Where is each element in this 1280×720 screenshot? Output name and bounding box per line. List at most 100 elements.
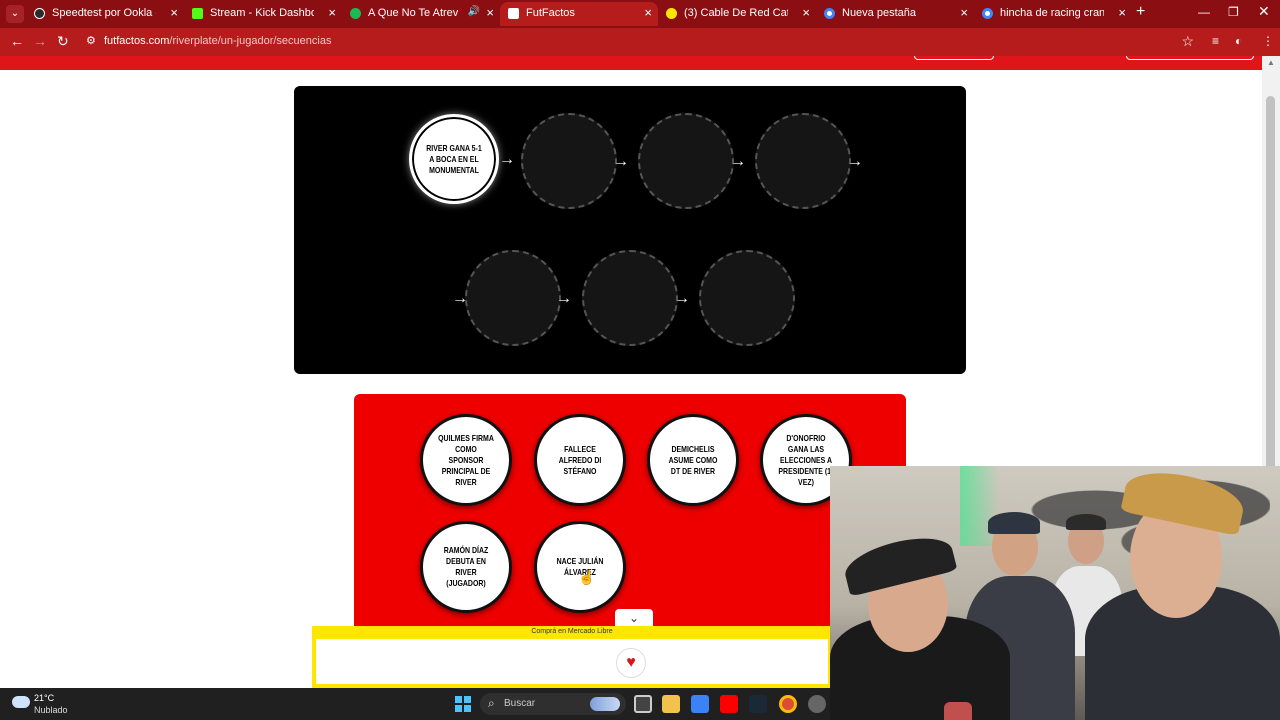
ad-banner[interactable]: Comprá en Mercado Libre ♥ (312, 626, 832, 688)
kick-icon (192, 8, 203, 19)
cloud-icon[interactable] (12, 696, 30, 708)
arrow-icon: → (847, 153, 863, 170)
cup (944, 702, 972, 720)
heart-logo-icon: ♥ (616, 648, 646, 678)
reload-icon[interactable]: ↻ (57, 33, 69, 50)
option-text: RAMÓN DÍAZ DEBUTA EN RIVER (JUGADOR) (443, 545, 489, 588)
taskbar-search[interactable]: ⌕ Buscar (480, 693, 626, 715)
file-explorer-icon[interactable] (662, 695, 680, 713)
option-text: DEMICHELIS ASUME COMO DT DE RIVER (668, 443, 718, 476)
event-option-card[interactable]: NACE JULIÁN ÁLVAREZ (534, 521, 626, 613)
address-bar[interactable]: ⚙ futfactos.com/riverplate/un-jugador/se… (78, 31, 1208, 53)
minimize-icon[interactable]: — (1198, 5, 1210, 19)
chevron-down-icon: ⌄ (628, 611, 640, 625)
bookmark-star-icon[interactable]: ☆ (1181, 33, 1194, 50)
tab-title: hincha de racing craneo - Busc (1000, 7, 1104, 19)
browser-tab[interactable]: A Que No Te Atreves (Rem 🔊 × (342, 2, 500, 26)
browser-tab[interactable]: Speedtest por Ookla - La prueb × (26, 2, 184, 26)
sequence-board: RIVER GANA 5-1 A BOCA EN EL MONUMENTAL →… (294, 86, 966, 374)
weather-description[interactable]: Nublado (34, 705, 68, 715)
chrome-icon (824, 8, 835, 19)
spotify-icon (350, 8, 361, 19)
close-tab-icon[interactable]: × (960, 5, 968, 20)
url-path: /riverplate/un-jugador/secuencias (169, 35, 332, 47)
media-controls-icon[interactable]: ≡ (1212, 34, 1219, 48)
forward-icon[interactable]: → (33, 33, 47, 49)
options-board: QUILMES FIRMA COMO SPONSOR PRINCIPAL DE … (354, 394, 906, 634)
person-cap (988, 512, 1040, 534)
screen: ⌄ Speedtest por Ookla - La prueb × Strea… (0, 0, 1280, 720)
audio-playing-icon[interactable]: 🔊 (468, 6, 480, 17)
close-tab-icon[interactable]: × (170, 5, 178, 20)
windows-taskbar: 21°C Nublado ⌕ Buscar (0, 688, 830, 720)
search-placeholder: Buscar (504, 698, 536, 709)
option-text: FALLECE ALFREDO DI STÉFANO (558, 443, 602, 476)
sequence-slot-empty[interactable] (521, 113, 617, 209)
url-text[interactable]: futfactos.com/riverplate/un-jugador/secu… (104, 35, 331, 47)
search-highlight-image (590, 697, 620, 711)
tab-search-button[interactable]: ⌄ (6, 5, 24, 23)
tab-title: A Que No Te Atreves (Rem (368, 7, 458, 19)
browser-tab[interactable]: Nueva pestaña × (816, 2, 974, 26)
restore-icon[interactable]: ❐ (1228, 5, 1239, 19)
event-option-card[interactable]: DEMICHELIS ASUME COMO DT DE RIVER (647, 414, 739, 506)
youtube-icon[interactable] (720, 695, 738, 713)
mercadolibre-icon (666, 8, 677, 19)
ad-header: Comprá en Mercado Libre (531, 628, 613, 635)
browser-tab[interactable]: Stream - Kick Dashboard × (184, 2, 342, 26)
menu-icon[interactable]: ⋮ (1262, 34, 1274, 48)
windows-start-icon[interactable] (455, 696, 471, 712)
close-tab-icon[interactable]: × (486, 5, 494, 20)
event-option-card[interactable]: RAMÓN DÍAZ DEBUTA EN RIVER (JUGADOR) (420, 521, 512, 613)
close-tab-icon[interactable]: × (1118, 5, 1126, 20)
slot-event-text: RIVER GANA 5-1 A BOCA EN EL MONUMENTAL (426, 142, 482, 175)
browser-tab[interactable]: hincha de racing craneo - Busc × (974, 2, 1132, 26)
browser-toolbar: ← → ↻ ⚙ futfactos.com/riverplate/un-juga… (0, 28, 1280, 56)
arrow-icon: → (556, 290, 572, 307)
sequence-slot-empty[interactable] (582, 250, 678, 346)
window-close-icon[interactable]: ✕ (1258, 3, 1270, 20)
arrow-icon: → (674, 290, 690, 307)
ad-body[interactable]: ♥ (316, 639, 828, 684)
profile-icon[interactable]: ◐ (1235, 34, 1242, 48)
close-tab-icon[interactable]: × (802, 5, 810, 20)
futfactos-icon (508, 8, 519, 19)
search-icon: ⌕ (488, 696, 495, 710)
event-option-card[interactable]: FALLECE ALFREDO DI STÉFANO (534, 414, 626, 506)
back-icon[interactable]: ← (10, 33, 24, 49)
weather-temperature[interactable]: 21°C (34, 693, 54, 703)
sequence-slot-filled[interactable]: RIVER GANA 5-1 A BOCA EN EL MONUMENTAL (409, 114, 499, 204)
url-host: futfactos.com (104, 35, 170, 47)
tab-title: (3) Cable De Red Cat7 Sstp Blin (684, 7, 788, 19)
google-icon (982, 8, 993, 19)
browser-tab[interactable]: (3) Cable De Red Cat7 Sstp Blin × (658, 2, 816, 26)
collapse-ad-button[interactable]: ⌄ (615, 609, 653, 627)
obs-icon[interactable] (808, 695, 826, 713)
sequence-slot-empty[interactable] (465, 250, 561, 346)
browser-tab-bar: ⌄ Speedtest por Ookla - La prueb × Strea… (0, 0, 1280, 28)
sequence-slot-empty[interactable] (755, 113, 851, 209)
steam-icon[interactable] (749, 695, 767, 713)
speedtest-icon (34, 8, 45, 19)
browser-tab-active[interactable]: FutFactos × (500, 2, 658, 26)
tab-title: Nueva pestaña (842, 7, 916, 19)
chrome-taskbar-icon[interactable] (779, 695, 797, 713)
tab-title: FutFactos (526, 7, 575, 19)
arrow-icon: → (613, 153, 629, 170)
sequence-slot-empty[interactable] (699, 250, 795, 346)
microsoft-store-icon[interactable] (691, 695, 709, 713)
header-button[interactable] (914, 56, 994, 60)
close-tab-icon[interactable]: × (644, 5, 652, 20)
arrow-icon: → (730, 153, 746, 170)
option-text: QUILMES FIRMA COMO SPONSOR PRINCIPAL DE … (438, 432, 494, 487)
event-option-card[interactable]: QUILMES FIRMA COMO SPONSOR PRINCIPAL DE … (420, 414, 512, 506)
close-tab-icon[interactable]: × (328, 5, 336, 20)
sequence-slot-empty[interactable] (638, 113, 734, 209)
new-tab-button[interactable]: + (1136, 3, 1145, 21)
task-view-icon[interactable] (634, 695, 652, 713)
tab-title: Speedtest por Ookla - La prueb (52, 7, 156, 19)
site-header (0, 56, 1262, 70)
scroll-up-icon[interactable]: ▲ (1267, 58, 1275, 67)
header-button[interactable] (1126, 56, 1254, 60)
site-info-icon[interactable]: ⚙ (86, 34, 96, 47)
